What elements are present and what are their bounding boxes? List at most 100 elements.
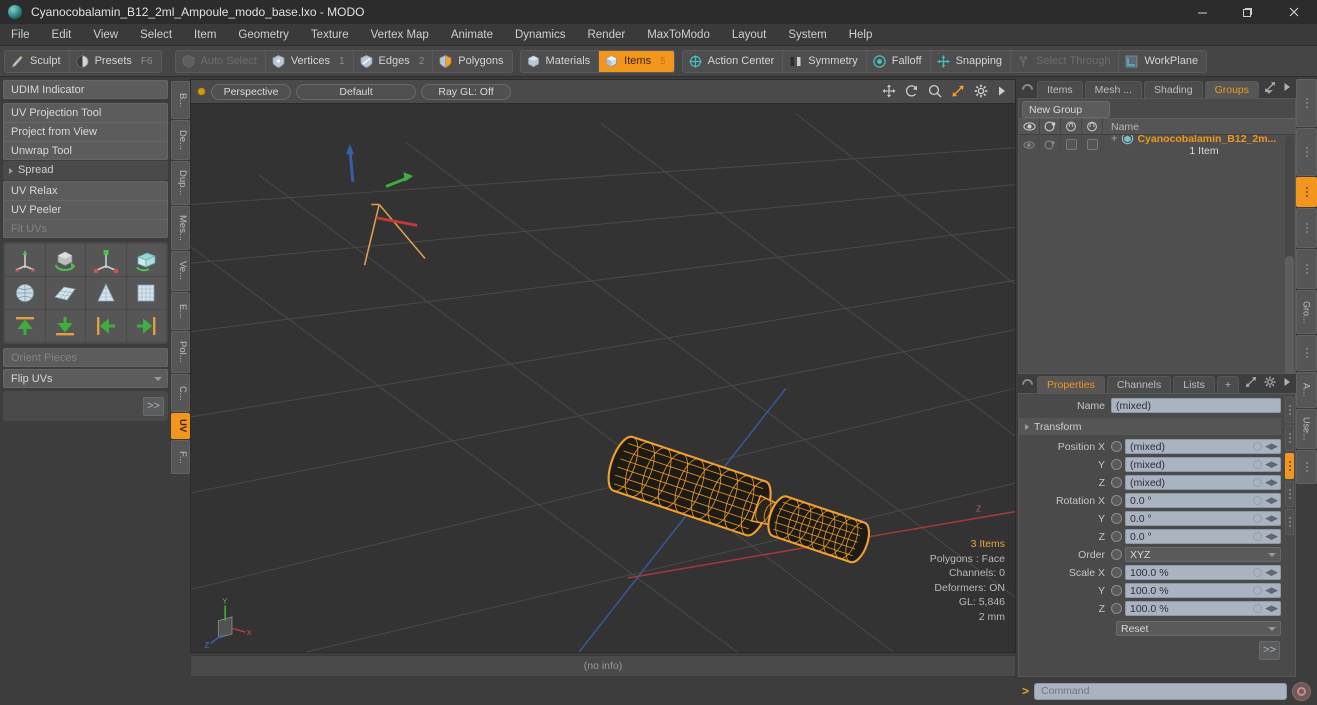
- toolbar-edges-button[interactable]: Edges 2: [354, 50, 434, 72]
- position-x-radio[interactable]: [1111, 441, 1122, 452]
- viewport-menu-dot-icon[interactable]: [197, 87, 206, 96]
- uv-box-map-icon[interactable]: [126, 277, 166, 309]
- toolbar-auto-select-button[interactable]: Auto Select: [176, 50, 266, 72]
- properties-play-arrow-icon[interactable]: [1283, 377, 1291, 390]
- toolbar-items-button[interactable]: Items 5: [599, 50, 674, 72]
- uv-rotate-cube-icon[interactable]: [45, 244, 85, 276]
- menu-vertex-map[interactable]: Vertex Map: [360, 24, 440, 46]
- uv-align-down-icon[interactable]: [45, 310, 85, 342]
- toolbar-symmetry-button[interactable]: Symmetry: [783, 50, 867, 72]
- menu-maxtomodo[interactable]: MaxToModo: [636, 24, 721, 46]
- reset-dropdown[interactable]: Reset: [1116, 621, 1281, 636]
- menu-select[interactable]: Select: [129, 24, 183, 46]
- uv-sphere-map-icon[interactable]: [5, 277, 45, 309]
- rotation-x-radio[interactable]: [1111, 495, 1122, 506]
- viewport-shading-dropdown[interactable]: Default: [296, 83, 416, 100]
- viewport-canvas[interactable]: Z Y X Z: [191, 104, 1015, 652]
- rvtab-dots-5[interactable]: [1296, 335, 1317, 371]
- command-input[interactable]: Command: [1034, 682, 1287, 700]
- left-panel-more-button[interactable]: >>: [143, 396, 164, 416]
- vtab-edge[interactable]: E...: [171, 292, 190, 330]
- menu-animate[interactable]: Animate: [440, 24, 504, 46]
- refresh-icon[interactable]: [1019, 81, 1036, 98]
- vtab-polygon[interactable]: Pol...: [171, 331, 190, 373]
- uv-cone-map-icon[interactable]: [86, 277, 126, 309]
- maximize-button[interactable]: [1225, 0, 1270, 24]
- prop-scroll-seg-2[interactable]: [1285, 425, 1294, 451]
- toolbar-polygons-button[interactable]: Polygons: [433, 51, 511, 72]
- orient-pieces-button[interactable]: Orient Pieces: [3, 348, 168, 367]
- minimize-button[interactable]: [1180, 0, 1225, 24]
- rvtab-dots-1[interactable]: [1296, 79, 1317, 127]
- unwrap-tool-button[interactable]: Unwrap Tool: [3, 141, 168, 160]
- fit-icon[interactable]: [951, 84, 965, 101]
- tree-expand-icon[interactable]: +: [1111, 135, 1117, 145]
- name-field[interactable]: (mixed): [1111, 398, 1281, 413]
- tab-lists[interactable]: Lists: [1173, 376, 1215, 393]
- toolbar-workplane-button[interactable]: WorkPlane: [1119, 51, 1206, 72]
- transform-section-header[interactable]: Transform: [1019, 418, 1281, 435]
- uv-align-left-icon[interactable]: [86, 310, 126, 342]
- vtab-curve[interactable]: C...: [171, 374, 190, 412]
- fit-uvs-button[interactable]: Fit UVs: [3, 219, 168, 238]
- vtab-basic[interactable]: B...: [171, 81, 190, 119]
- toolbar-sculpt-button[interactable]: Sculpt: [5, 50, 70, 72]
- udim-indicator-button[interactable]: UDIM Indicator: [3, 80, 168, 99]
- tab-channels[interactable]: Channels: [1106, 376, 1172, 393]
- flip-uvs-dropdown[interactable]: Flip UVs: [3, 369, 168, 388]
- vtab-vertex[interactable]: Ve...: [171, 251, 190, 291]
- toolbar-presets-button[interactable]: Sculpt Presets F6: [70, 51, 161, 72]
- scale-z-radio[interactable]: [1111, 603, 1122, 614]
- prop-scroll-seg-3[interactable]: [1285, 481, 1294, 507]
- rotation-z-field[interactable]: 0.0 ° ◀▶: [1125, 529, 1281, 544]
- menu-view[interactable]: View: [82, 24, 129, 46]
- position-x-field[interactable]: (mixed) ◀▶: [1125, 439, 1281, 454]
- order-radio[interactable]: [1111, 549, 1122, 560]
- table-row[interactable]: + Cyanocobalamin_B12_2m... 1 Item: [1019, 135, 1295, 157]
- scale-y-field[interactable]: 100.0 % ◀▶: [1125, 583, 1281, 598]
- scale-x-field[interactable]: 100.0 % ◀▶: [1125, 565, 1281, 580]
- rotation-y-radio[interactable]: [1111, 513, 1122, 524]
- uv-align-right-icon[interactable]: [126, 310, 166, 342]
- record-icon[interactable]: [1292, 681, 1311, 701]
- close-button[interactable]: [1270, 0, 1317, 24]
- menu-render[interactable]: Render: [576, 24, 636, 46]
- toolbar-vertices-button[interactable]: Vertices 1: [266, 50, 354, 72]
- new-group-button[interactable]: New Group: [1022, 101, 1110, 118]
- vtab-deform[interactable]: De...: [171, 120, 190, 160]
- pan-icon[interactable]: [882, 84, 896, 101]
- viewport-view-mode-dropdown[interactable]: Perspective: [211, 83, 291, 100]
- gear-icon[interactable]: [974, 84, 988, 101]
- menu-system[interactable]: System: [777, 24, 837, 46]
- properties-refresh-icon[interactable]: [1019, 376, 1036, 393]
- tab-items[interactable]: Items: [1037, 81, 1083, 98]
- prop-scroll-seg-1[interactable]: [1285, 397, 1294, 423]
- tab-mesh[interactable]: Mesh ...: [1084, 81, 1143, 98]
- rvtab-dots-4[interactable]: [1296, 249, 1317, 289]
- rvtab-dots-3[interactable]: [1296, 208, 1317, 248]
- group-tree-scroll-thumb[interactable]: [1285, 256, 1294, 373]
- menu-file[interactable]: File: [0, 24, 41, 46]
- spread-section-header[interactable]: Spread: [3, 161, 168, 180]
- order-dropdown[interactable]: XYZ: [1125, 547, 1281, 562]
- scale-z-field[interactable]: 100.0 % ◀▶: [1125, 601, 1281, 616]
- menu-edit[interactable]: Edit: [41, 24, 83, 46]
- scale-y-radio[interactable]: [1111, 585, 1122, 596]
- vtab-duplicate[interactable]: Dup...: [171, 161, 190, 205]
- rvtab-assembly[interactable]: A...: [1296, 372, 1317, 408]
- rvtab-dots-active[interactable]: [1296, 177, 1317, 207]
- position-z-radio[interactable]: [1111, 477, 1122, 488]
- uv-peeler-button[interactable]: UV Peeler: [3, 200, 168, 219]
- expand-properties-icon[interactable]: [1245, 376, 1257, 391]
- toolbar-falloff-button[interactable]: Falloff: [867, 50, 931, 72]
- viewport-raygl-toggle[interactable]: Ray GL: Off: [421, 83, 511, 100]
- groups-play-arrow-icon[interactable]: [1283, 82, 1291, 95]
- uv-planar-map-icon[interactable]: [45, 277, 85, 309]
- properties-gear-icon[interactable]: [1264, 376, 1276, 391]
- vtab-uv[interactable]: UV: [171, 413, 190, 439]
- menu-item[interactable]: Item: [183, 24, 227, 46]
- tab-shading[interactable]: Shading: [1144, 81, 1203, 98]
- prop-scroll-seg-4[interactable]: [1285, 509, 1294, 535]
- group-tree-scrollbar[interactable]: [1285, 136, 1294, 373]
- uv-align-up-icon[interactable]: [5, 310, 45, 342]
